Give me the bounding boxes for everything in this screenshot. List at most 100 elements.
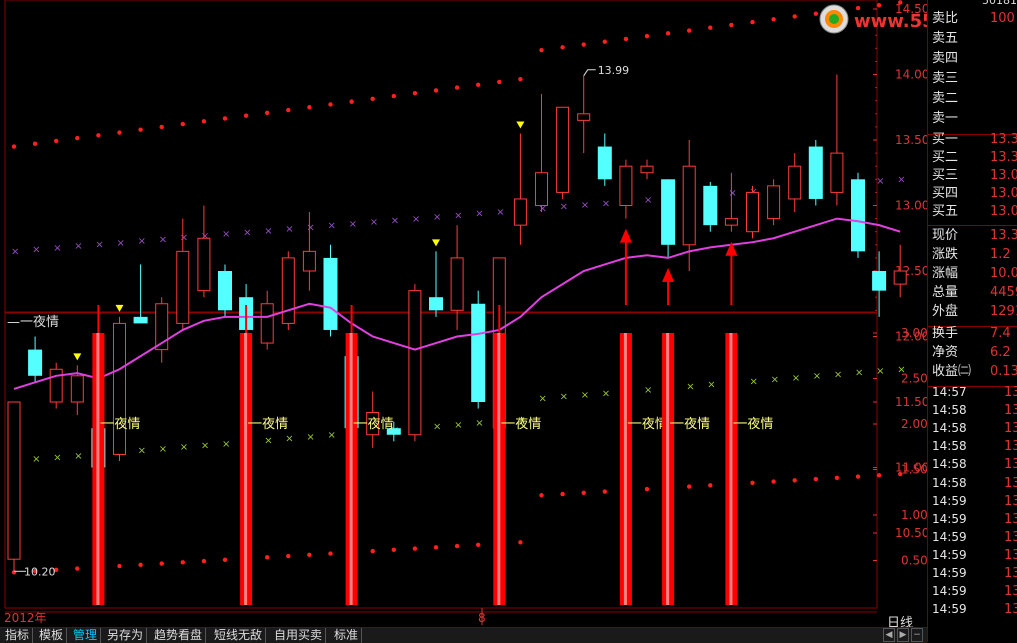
tab-1[interactable]: 模板: [36, 628, 68, 643]
candle-body: [133, 316, 148, 324]
upper-band-dot: [370, 96, 375, 102]
tick-row: 14:59 13: [928, 529, 1017, 546]
upper-band-dot: [581, 42, 586, 47]
upper-cross-mark: ×: [328, 221, 336, 232]
upper-cross-mark: ×: [74, 241, 82, 252]
signal-label: 一夜情: [629, 417, 668, 432]
candle-body: [746, 191, 759, 233]
month-label: 8: [478, 611, 486, 625]
upper-band-dot: [454, 85, 460, 90]
candle-body: [724, 218, 738, 226]
tab-0[interactable]: 指标: [2, 628, 34, 643]
candle-body: [661, 179, 676, 245]
candle-body: [619, 165, 633, 206]
row-value: 100: [990, 11, 1015, 26]
indicator-title: —一夜情: [7, 315, 59, 330]
zoom-out-icon[interactable]: −: [911, 628, 923, 642]
candle-body: [7, 401, 21, 560]
tab-4[interactable]: 趋势看盘: [151, 628, 207, 643]
bid-row: 买二 13.3: [928, 149, 1017, 166]
upper-band-dot: [433, 88, 439, 93]
buy-marker-icon: [516, 121, 525, 129]
candle-body: [872, 271, 887, 291]
candle-body: [682, 165, 696, 246]
upper-band-dot: [159, 124, 164, 130]
row-label: 换手: [932, 326, 959, 341]
upper-cross-mark: ×: [897, 174, 905, 185]
upper-band-dot: [307, 105, 312, 110]
buy-marker-icon: [432, 239, 440, 247]
candle-body: [893, 270, 907, 285]
row-value: 1291: [990, 304, 1017, 319]
upper-cross-mark: ×: [454, 210, 462, 221]
row-label: 14:58: [932, 475, 967, 490]
panel-divider: [928, 225, 1017, 226]
upper-cross-mark: ×: [496, 207, 504, 218]
row-label: 卖三: [932, 71, 959, 86]
row-value: 13.0: [990, 168, 1017, 183]
lower-band-dot: [834, 475, 840, 480]
candle-body: [197, 237, 211, 292]
upper-band-dot: [328, 102, 333, 107]
upper-cross-mark: ×: [433, 212, 441, 223]
stock-code: 50181: [982, 0, 1017, 7]
bid-row: 买五 13.0: [928, 203, 1017, 220]
row-value: 6.2: [990, 345, 1011, 360]
lower-band-dot: [644, 486, 650, 492]
lower-band-dot: [307, 552, 312, 558]
upper-cross-mark: ×: [243, 227, 251, 238]
middle-cross-mark: ×: [602, 388, 610, 399]
row-label: 卖比: [932, 11, 959, 26]
middle-cross-mark: ×: [138, 446, 146, 457]
candle-body: [808, 146, 823, 199]
middle-cross-mark: ×: [74, 451, 82, 462]
middle-cross-mark: ×: [454, 420, 462, 431]
lower-band-dot: [771, 479, 776, 484]
tick-row: 14:59 13: [928, 547, 1017, 564]
tick-row: 14:59 13: [928, 493, 1017, 510]
signal-bar-highlight: [244, 333, 248, 605]
row-value: 13: [1004, 385, 1017, 400]
tab-3[interactable]: 另存为: [104, 628, 148, 643]
middle-cross-mark: ×: [328, 430, 336, 441]
middle-cross-mark: ×: [813, 371, 821, 382]
upper-cross-mark: ×: [581, 200, 589, 211]
signal-label: 一夜情: [249, 417, 288, 432]
stat-row: 换手 7.4: [928, 325, 1017, 342]
candle-body: [28, 349, 43, 376]
row-label: 14:59: [932, 584, 967, 599]
candle-body: [70, 375, 84, 403]
kline-chart[interactable]: 14.5014.0013.5013.0012.5012.0011.5011.00…: [0, 0, 927, 627]
upper-cross-mark: ×: [391, 215, 399, 226]
scroll-right-icon[interactable]: ▶: [897, 628, 909, 642]
candle-body: [640, 165, 654, 174]
row-label: 买一: [932, 132, 959, 147]
tab-2[interactable]: 管理: [70, 628, 102, 643]
lower-band-dot: [687, 484, 692, 489]
tab-5[interactable]: 短线无敌: [211, 628, 267, 643]
lower-band-dot: [581, 490, 586, 495]
signal-label: 一夜情: [101, 417, 140, 432]
row-value: 13: [1004, 511, 1017, 527]
upper-band-dot: [497, 79, 502, 85]
row-label: 14:58: [932, 457, 967, 472]
tab-7[interactable]: 标准: [331, 628, 363, 643]
row-label: 收益㈡: [932, 364, 972, 379]
candle-body: [408, 290, 422, 436]
upper-band-dot: [476, 82, 481, 87]
middle-cross-mark: ×: [180, 442, 188, 453]
row-value: 13: [1004, 475, 1017, 491]
lower-band-dot: [433, 545, 439, 550]
middle-cross-mark: ×: [581, 390, 589, 401]
lower-band-dot: [328, 551, 333, 556]
upper-band-dot: [729, 22, 734, 28]
upper-band-dot: [349, 99, 354, 104]
high-label: 13.99: [598, 64, 630, 77]
ask-row: 卖比 100: [928, 10, 1017, 27]
signal-bar-highlight: [349, 333, 353, 605]
price-axis-label: 11.50: [895, 395, 927, 409]
scroll-left-icon[interactable]: ◀: [883, 628, 895, 642]
lower-band-dot: [286, 553, 291, 559]
candle-body: [429, 297, 443, 311]
tab-6[interactable]: 自用买卖: [271, 628, 327, 643]
